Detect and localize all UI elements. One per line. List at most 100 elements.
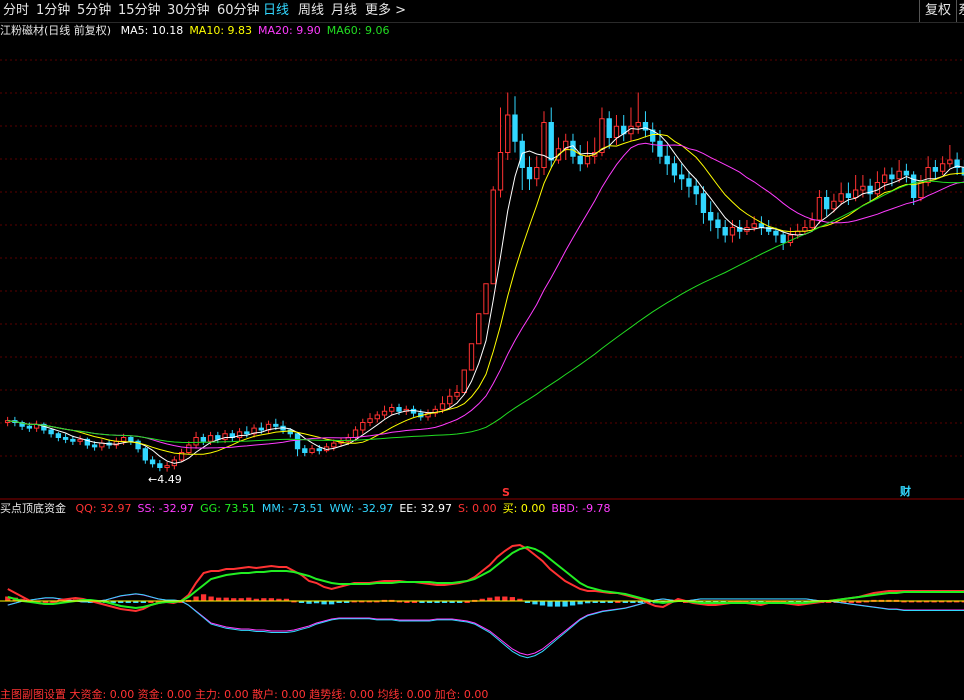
gg-line: [7, 545, 964, 610]
candle-body: [700, 193, 707, 213]
candle-body: [903, 170, 910, 176]
main-chart-legend: 江粉磁材(日线 前复权) MA5: 10.18 MA10: 9.83 MA20: 9…: [0, 23, 395, 39]
indicator-labels: QQ: 32.97 SS: -32.97 GG: 73.51 MM: -73.51 WW…: [76, 502, 617, 515]
bottom-legend: 主图副图设置 大资金: 0.00 资金: 0.00 主力: 0.00 散户: 0…: [0, 688, 489, 700]
period-tab-6[interactable]: 日线: [263, 2, 289, 20]
candle-body: [548, 122, 554, 161]
candle-body: [164, 465, 170, 468]
histogram-bar: [193, 596, 199, 601]
indicator-label-4: WW: -32.97: [329, 502, 394, 515]
candle-body: [671, 163, 678, 176]
candle-body: [526, 167, 533, 180]
candle-body: [816, 197, 823, 221]
indicator-label-5: EE: 32.97: [399, 502, 452, 515]
candle-body: [273, 423, 279, 427]
indicator-label-2: GG: 73.51: [200, 502, 256, 515]
candle-body: [613, 125, 620, 138]
candle-body: [845, 193, 852, 198]
indicator-chart[interactable]: [0, 518, 964, 688]
histogram-bar: [569, 601, 576, 606]
period-tab-2[interactable]: 5分钟: [77, 2, 111, 20]
candle-body: [838, 193, 844, 202]
period-tab-5[interactable]: 60分钟: [217, 2, 260, 20]
histogram-bar: [547, 601, 553, 607]
candle-body: [534, 167, 540, 180]
ma-label-1: MA10: 9.83: [189, 24, 253, 37]
candle-body: [722, 227, 728, 236]
candle-body: [686, 178, 692, 187]
system-button-partial[interactable]: 系: [958, 0, 964, 22]
indicator-title: 买点顶底资金: [0, 502, 66, 515]
candle-body: [505, 114, 511, 153]
s-marker: S: [502, 486, 510, 499]
candle-body: [577, 155, 583, 165]
indicator-label-8: BBD: -9.78: [551, 502, 611, 515]
candle-body: [302, 448, 308, 453]
candlestick-chart[interactable]: [0, 40, 964, 500]
candle-body: [360, 422, 366, 431]
financial-marker: 财: [900, 485, 911, 498]
histogram-bar: [532, 601, 538, 605]
histogram-bar: [539, 601, 546, 606]
candle-body: [939, 163, 946, 172]
indicator-label-6: S: 0.00: [457, 502, 497, 515]
period-tab-3[interactable]: 15分钟: [118, 2, 161, 20]
candle-body: [70, 438, 76, 442]
candle-body: [657, 140, 663, 157]
candle-body: [584, 155, 591, 165]
ma-label-2: MA20: 9.90: [258, 24, 321, 37]
histogram-bar: [502, 596, 508, 601]
ss-line: [7, 593, 964, 656]
candle-body: [635, 122, 641, 127]
candle-body: [809, 219, 815, 228]
candle-body: [889, 174, 895, 180]
candle-body: [881, 174, 888, 183]
candle-body: [410, 408, 417, 414]
period-tab-4[interactable]: 30分钟: [167, 2, 210, 20]
candle-body: [454, 392, 460, 397]
candle-body: [193, 437, 199, 446]
period-tab-8[interactable]: 月线: [331, 2, 357, 20]
candle-body: [693, 185, 699, 195]
candle-body: [780, 234, 786, 243]
candle-body: [258, 427, 264, 431]
period-tab-9[interactable]: 更多 >: [365, 2, 406, 20]
indicator-label-1: SS: -32.97: [137, 502, 195, 515]
candle-body: [541, 122, 547, 168]
candle-body: [128, 437, 134, 442]
candle-body: [918, 182, 924, 198]
indicator-label-3: MM: -73.51: [261, 502, 324, 515]
restore-rights-button[interactable]: 复权: [919, 0, 957, 22]
candle-body: [468, 343, 475, 371]
candle-body: [244, 431, 250, 435]
candle-body: [120, 437, 127, 442]
candle-body: [512, 114, 518, 142]
period-tab-1[interactable]: 1分钟: [36, 2, 70, 20]
period-tab-0[interactable]: 分时: [3, 2, 29, 20]
candle-body: [932, 167, 939, 172]
candle-body: [389, 407, 395, 412]
candle-body: [309, 448, 315, 453]
mm-line: [7, 593, 964, 659]
period-toolbar: 分时 1分钟 5分钟 15分钟 30分钟 60分钟 日线 周线 月线 更多 >: [0, 0, 964, 23]
candle-body: [62, 437, 69, 440]
candle-body: [222, 433, 228, 440]
candle-body: [461, 369, 467, 393]
ma-label-0: MA5: 10.18: [120, 24, 184, 37]
low-price-label: ←4.49: [148, 473, 182, 486]
stock-title: 江粉磁材(日线 前复权): [0, 24, 112, 37]
period-tab-7[interactable]: 周线: [298, 2, 324, 20]
candle-body: [26, 425, 33, 429]
candle-body: [852, 189, 859, 198]
ma-labels: MA5: 10.18 MA10: 9.83 MA20: 9.90 MA60: 9.06: [121, 24, 396, 37]
candle-body: [874, 182, 881, 195]
candle-body: [157, 463, 163, 468]
candle-body: [374, 414, 380, 420]
candle-body: [77, 438, 83, 442]
histogram-bar: [562, 601, 568, 607]
candle-body: [773, 230, 779, 236]
candle-body: [294, 433, 301, 450]
candle-body: [497, 152, 504, 191]
candle-body: [447, 395, 453, 405]
histogram-bar: [321, 601, 327, 605]
